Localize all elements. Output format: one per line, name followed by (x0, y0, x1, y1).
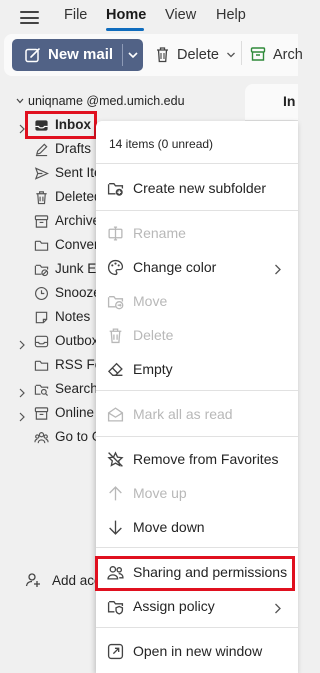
menu-item-label: Create new subfolder (133, 180, 267, 196)
active-tab-indicator (106, 28, 144, 31)
menu-view[interactable]: View (165, 7, 196, 23)
delete-button[interactable]: Delete (177, 47, 219, 63)
pencil-icon (34, 142, 49, 157)
chevron-right-icon (274, 601, 281, 614)
open-window-icon (107, 643, 124, 660)
trash-icon (34, 190, 49, 205)
archive-button[interactable]: Arch (273, 47, 303, 63)
compose-icon (25, 48, 40, 63)
menu-divider (96, 547, 298, 548)
new-mail-button[interactable]: New mail (12, 39, 143, 71)
chevron-down-icon[interactable] (16, 98, 24, 104)
menu-divider (96, 163, 298, 164)
menu-item-rename: Rename (96, 218, 298, 248)
menu-item-label: Rename (133, 225, 186, 241)
menu-item-delete: Delete (96, 320, 298, 350)
policy-icon (107, 598, 124, 615)
menu-item-move-down[interactable]: Move down (96, 512, 298, 542)
rename-icon (107, 225, 124, 242)
arrow-up-icon (107, 485, 124, 502)
outbox-icon (34, 334, 49, 349)
archive-icon (34, 406, 49, 421)
palette-icon (107, 259, 124, 276)
arrow-down-icon (107, 519, 124, 536)
menu-item-move: Move (96, 286, 298, 316)
menu-item-label: Delete (133, 327, 174, 343)
clock-icon (34, 286, 49, 301)
hamburger-menu-icon[interactable] (20, 11, 39, 24)
trash-icon[interactable] (155, 46, 170, 63)
folder-label: Notes (55, 309, 91, 324)
item-count: 14 items (0 unread) (109, 137, 214, 151)
chevron-right-icon[interactable] (19, 337, 25, 350)
menu-file[interactable]: File (64, 7, 87, 23)
folder-label: Sent Ite (55, 165, 102, 180)
folder-label: Archive (55, 213, 101, 228)
star-off-icon (107, 451, 124, 468)
menu-item-empty[interactable]: Empty (96, 354, 298, 384)
folder-label: Deleted (55, 189, 102, 204)
chevron-down-icon[interactable] (126, 49, 140, 61)
add-account-icon[interactable] (25, 572, 41, 588)
split-divider (122, 44, 123, 66)
menu-divider (96, 210, 298, 211)
menu-item-label: Move down (133, 519, 205, 535)
menu-item-move-up: Move up (96, 478, 298, 508)
menu-home[interactable]: Home (106, 7, 146, 23)
menu-divider (96, 436, 298, 437)
menu-item-label: Assign policy (133, 598, 215, 614)
folder-icon (34, 358, 49, 373)
inbox-highlight (25, 111, 97, 139)
menu-item-label: Empty (133, 361, 173, 377)
chevron-right-icon[interactable] (19, 385, 25, 398)
menu-help[interactable]: Help (216, 7, 246, 23)
menu-item-label: Change color (133, 259, 217, 275)
menu-item-label: Mark all as read (133, 406, 233, 422)
send-icon (34, 166, 50, 181)
menu-item-remove-from-favorites[interactable]: Remove from Favorites (96, 444, 298, 474)
menu-item-create-new-subfolder[interactable]: Create new subfolder (96, 173, 298, 203)
trash-icon (107, 327, 124, 344)
chevron-right-icon[interactable] (19, 409, 25, 422)
account-name[interactable]: uniqname @med.umich.edu (28, 94, 185, 108)
ribbon-divider (241, 41, 242, 65)
menu-item-change-color[interactable]: Change color (96, 252, 298, 282)
menu-item-label: Move (133, 293, 168, 309)
menu-item-mark-all-as-read: Mark all as read (96, 399, 298, 429)
menu-item-label: Move up (133, 485, 187, 501)
new-folder-icon (107, 180, 124, 197)
eraser-icon (107, 361, 124, 378)
archive-icon (34, 214, 49, 229)
top-menu-bar (0, 0, 298, 34)
folder-icon (34, 238, 49, 253)
chevron-down-icon[interactable] (226, 51, 236, 59)
junk-folder-icon (34, 262, 49, 277)
folder-label: Outbox (55, 333, 99, 348)
tab-inbox[interactable]: In (283, 93, 295, 109)
search-folder-icon (34, 382, 49, 397)
menu-item-label: Open in new window (133, 643, 263, 659)
menu-divider (96, 390, 298, 391)
archive-icon[interactable] (250, 46, 266, 62)
menu-item-assign-policy[interactable]: Assign policy (96, 591, 298, 621)
menu-item-label: Remove from Favorites (133, 451, 279, 467)
menu-divider (96, 627, 298, 628)
note-icon (34, 310, 49, 325)
menu-item-open-in-new-window[interactable]: Open in new window (96, 636, 298, 666)
groups-icon (34, 430, 49, 445)
folder-label: Drafts (55, 141, 92, 156)
mail-read-icon (107, 406, 124, 423)
new-mail-label: New mail (48, 46, 114, 63)
chevron-right-icon (274, 262, 281, 275)
sharing-highlight (95, 556, 295, 591)
move-folder-icon (107, 293, 124, 310)
